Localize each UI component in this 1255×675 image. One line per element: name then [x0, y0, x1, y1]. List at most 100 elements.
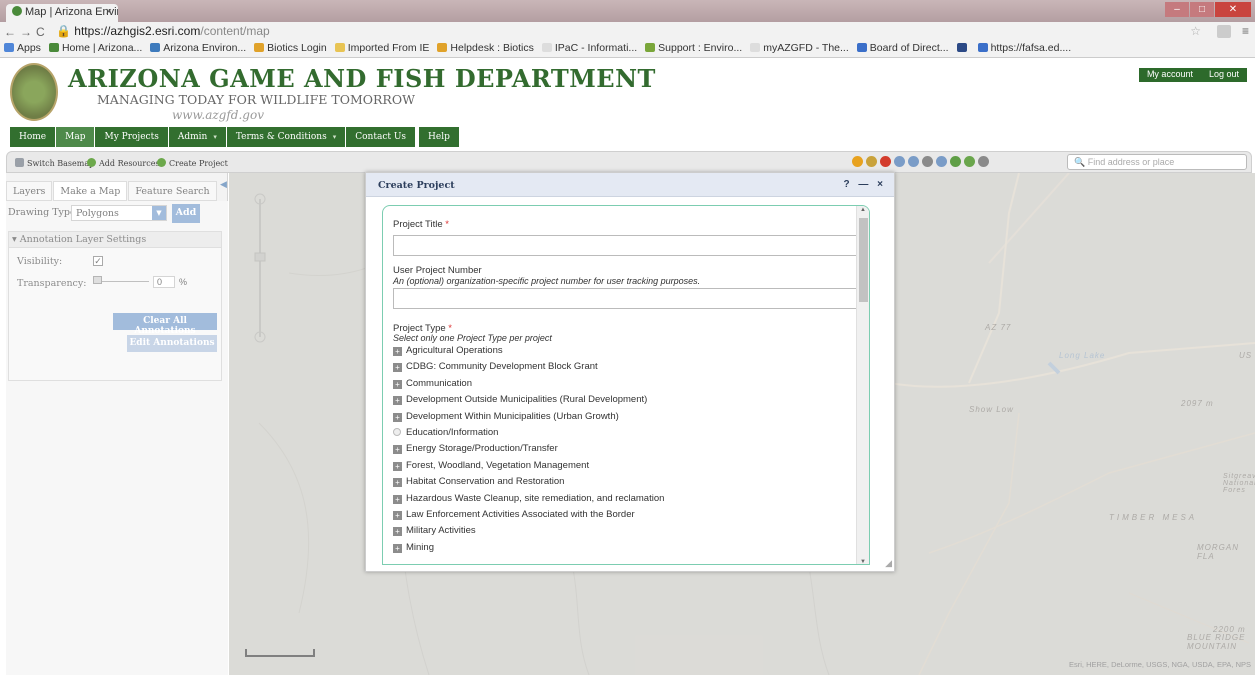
- create-project-label: Create Project: [169, 159, 228, 168]
- project-type-item[interactable]: + Forest, Woodland, Vegetation Management: [393, 460, 853, 476]
- map-tool-icon[interactable]: [922, 156, 933, 167]
- bookmark-item[interactable]: Imported From IE: [334, 42, 429, 54]
- address-bar: ←→C 🔒 https://azhgis2.esri.com/content/m…: [0, 22, 1255, 42]
- expand-plus-icon[interactable]: +: [393, 363, 402, 373]
- tab-close-icon[interactable]: ×: [106, 6, 112, 18]
- forward-button[interactable]: →: [20, 25, 36, 39]
- extension-icon[interactable]: [1217, 25, 1231, 38]
- window-maximize-button[interactable]: □: [1190, 2, 1214, 17]
- create-project-dialog: Create Project ? — × Project Title * Use…: [365, 172, 895, 572]
- expand-plus-icon[interactable]: +: [393, 461, 402, 471]
- bookmark-item[interactable]: https://fafsa.ed....: [977, 42, 1071, 54]
- project-type-item[interactable]: + Hazardous Waste Cleanup, site remediati…: [393, 493, 853, 509]
- switch-basemap-button[interactable]: Switch Basemap: [15, 158, 94, 168]
- expand-plus-icon[interactable]: +: [393, 494, 402, 504]
- back-button[interactable]: ←: [4, 25, 20, 39]
- bookmark-item[interactable]: Board of Direct...: [856, 42, 949, 54]
- nav-item-terms-conditions[interactable]: Terms & Conditions ▾: [226, 127, 346, 147]
- bookmark-star-icon[interactable]: ☆: [1190, 24, 1201, 38]
- nav-item-label: My Projects: [104, 132, 159, 142]
- project-type-item[interactable]: + Development Outside Municipalities (Rur…: [393, 394, 853, 410]
- nav-item-home[interactable]: Home: [10, 127, 56, 147]
- expand-plus-icon[interactable]: +: [393, 510, 402, 520]
- project-type-item[interactable]: + CDBG: Community Development Block Grant: [393, 361, 853, 377]
- nav-item-my-projects[interactable]: My Projects: [95, 127, 168, 147]
- bookmark-item[interactable]: Apps: [4, 42, 41, 54]
- project-type-item[interactable]: + Military Activities: [393, 525, 853, 541]
- bookmark-item[interactable]: Support : Enviro...: [645, 42, 742, 54]
- map-tool-icon[interactable]: [852, 156, 863, 167]
- user-project-number-input[interactable]: [393, 288, 857, 309]
- bookmark-item[interactable]: Helpdesk : Biotics: [437, 42, 534, 54]
- url-field[interactable]: 🔒 https://azhgis2.esri.com/content/map: [56, 24, 270, 38]
- logout-link[interactable]: Log out: [1201, 68, 1247, 82]
- nav-item-label: Map: [65, 132, 86, 142]
- project-type-item[interactable]: + Development Within Municipalities (Urba…: [393, 411, 853, 427]
- map-tool-icon[interactable]: [978, 156, 989, 167]
- map-tool-icon[interactable]: [866, 156, 877, 167]
- project-type-item[interactable]: + Energy Storage/Production/Transfer: [393, 443, 853, 459]
- nav-item-help[interactable]: Help: [419, 127, 459, 147]
- expand-plus-icon[interactable]: +: [393, 347, 402, 356]
- form-scrollbar[interactable]: ▲ ▼: [856, 206, 869, 564]
- project-title-input[interactable]: [393, 235, 857, 256]
- azgfd-logo[interactable]: [10, 63, 58, 121]
- reload-button[interactable]: C: [36, 25, 49, 39]
- map-tool-icon[interactable]: [964, 156, 975, 167]
- form-body: Project Title * User Project Number An (…: [383, 206, 857, 564]
- bookmark-item[interactable]: Arizona Environ...: [150, 42, 246, 54]
- expand-plus-icon[interactable]: +: [393, 396, 402, 406]
- project-type-label: Development Outside Municipalities (Rura…: [406, 394, 648, 406]
- map-tool-icon[interactable]: [880, 156, 891, 167]
- project-type-item[interactable]: + Law Enforcement Activities Associated w…: [393, 509, 853, 525]
- dialog-header[interactable]: Create Project ? — ×: [366, 173, 894, 197]
- expand-plus-icon[interactable]: +: [393, 445, 402, 455]
- chevron-down-icon: ▾: [213, 133, 217, 141]
- dialog-controls[interactable]: ? — ×: [843, 179, 886, 190]
- map-tool-icon[interactable]: [950, 156, 961, 167]
- browser-tab[interactable]: Map | Arizona Enviro ×: [6, 4, 118, 22]
- expand-plus-icon[interactable]: +: [393, 412, 402, 422]
- nav-item-contact-us[interactable]: Contact Us: [346, 127, 416, 147]
- expand-plus-icon[interactable]: +: [393, 543, 402, 553]
- bookmark-label: Arizona Environ...: [163, 42, 247, 54]
- main-nav-bar: Home Map My Projects Admin ▾ Terms & Conditio…: [10, 127, 460, 147]
- url-path: /content/map: [200, 24, 270, 38]
- window-minimize-button[interactable]: –: [1165, 2, 1189, 17]
- create-project-button[interactable]: Create Project: [157, 158, 228, 168]
- resize-handle-icon[interactable]: ◢: [885, 558, 892, 569]
- radio-icon[interactable]: [393, 427, 401, 436]
- expand-plus-icon[interactable]: +: [393, 527, 402, 537]
- add-resources-button[interactable]: Add Resources: [87, 158, 160, 168]
- my-account-link[interactable]: My account: [1139, 68, 1201, 82]
- map-tool-icon[interactable]: [908, 156, 919, 167]
- address-search-input[interactable]: 🔍 Find address or place: [1067, 154, 1247, 170]
- map-toolbar: Switch Basemap Add Resources Create Proj…: [6, 151, 1252, 173]
- bookmark-item[interactable]: Biotics Login: [254, 42, 327, 54]
- project-type-item[interactable]: + Habitat Conservation and Restoration: [393, 476, 853, 492]
- project-type-label: Education/Information: [406, 426, 499, 438]
- project-type-item[interactable]: + Agricultural Operations: [393, 345, 853, 361]
- project-type-item[interactable]: + Mining: [393, 542, 853, 558]
- map-tool-icon[interactable]: [894, 156, 905, 167]
- bookmark-label: Apps: [17, 42, 41, 54]
- bookmark-item[interactable]: [956, 42, 970, 54]
- expand-plus-icon[interactable]: +: [393, 478, 402, 488]
- bookmark-item[interactable]: Home | Arizona...: [48, 42, 142, 54]
- browser-menu-icon[interactable]: ≡: [1242, 24, 1249, 38]
- lock-icon: 🔒: [56, 24, 71, 38]
- window-close-button[interactable]: ✕: [1215, 2, 1251, 17]
- bookmark-item[interactable]: IPaC - Informati...: [541, 42, 637, 54]
- scroll-thumb[interactable]: [859, 218, 868, 302]
- scroll-down-icon[interactable]: ▼: [860, 559, 866, 564]
- project-type-label: Development Within Municipalities (Urban…: [406, 410, 619, 422]
- nav-item-map[interactable]: Map: [56, 127, 95, 147]
- project-type-item[interactable]: + Communication: [393, 378, 853, 394]
- expand-plus-icon[interactable]: +: [393, 379, 402, 389]
- map-tool-icon[interactable]: [936, 156, 947, 167]
- nav-item-admin[interactable]: Admin ▾: [168, 127, 226, 147]
- bookmark-item[interactable]: myAZGFD - The...: [750, 42, 849, 54]
- scroll-up-icon[interactable]: ▲: [860, 207, 866, 213]
- project-type-item[interactable]: Education/Information: [393, 427, 853, 443]
- project-type-label: CDBG: Community Development Block Grant: [406, 361, 598, 373]
